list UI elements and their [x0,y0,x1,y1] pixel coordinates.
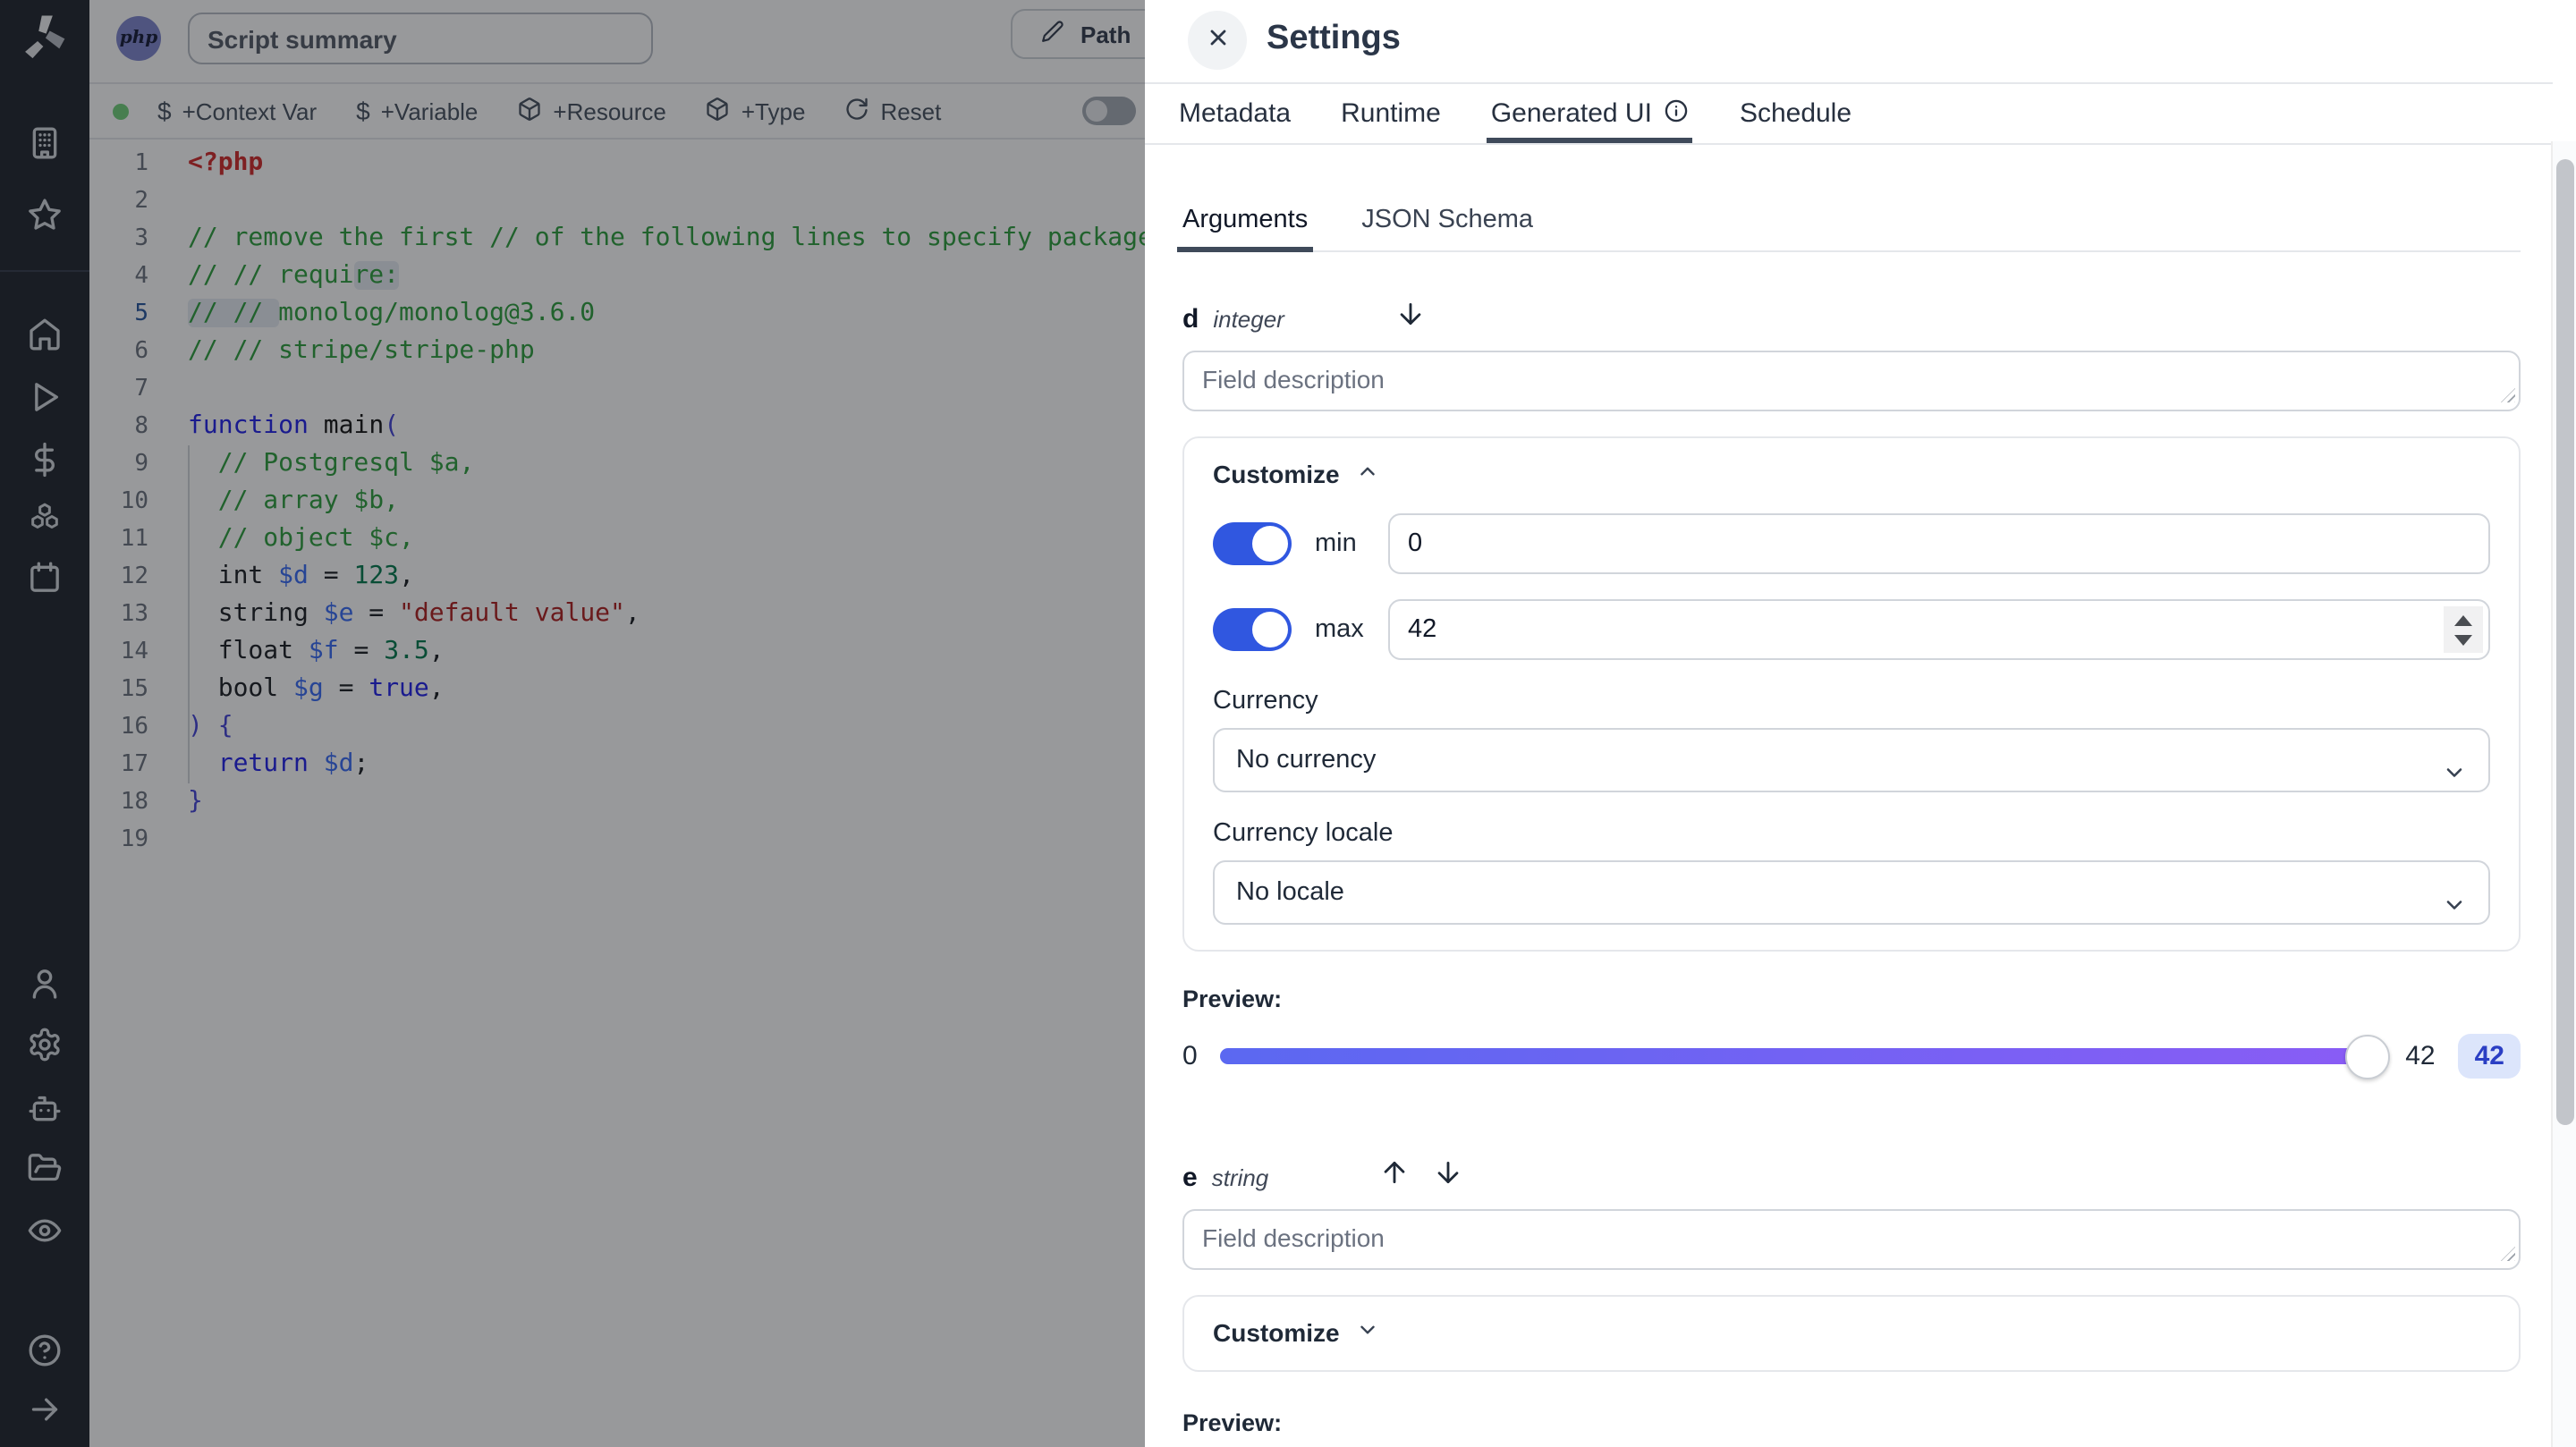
move-up-icon[interactable] [1379,1157,1410,1197]
arguments-subtabs: Arguments JSON Schema [1176,206,2521,252]
currency-value: No currency [1236,746,1377,774]
tab-schedule[interactable]: Schedule [1740,84,1852,143]
modal-backdrop[interactable] [0,0,1145,1447]
max-value-input[interactable] [1388,599,2490,660]
number-spinner[interactable] [2444,606,2483,653]
settings-header: Settings [1145,0,2576,82]
slider-track[interactable] [1220,1034,2390,1079]
app-window: php Path $ +Context Var $ +Variable +Res… [0,0,2576,1447]
slider-knob[interactable] [2344,1034,2390,1079]
slider-value-badge: 42 [2458,1034,2521,1079]
move-down-icon[interactable] [1433,1157,1463,1197]
currency-locale-label: Currency locale [1213,819,1394,848]
field-e-name: e [1182,1162,1198,1192]
close-icon [1205,25,1230,55]
tab-runtime[interactable]: Runtime [1341,84,1441,143]
currency-label: Currency [1213,687,1318,715]
scrollbar-thumb[interactable] [2555,159,2573,1125]
min-value-input[interactable] [1388,513,2490,574]
move-down-icon[interactable] [1395,299,1426,338]
generated-ui-panel: Arguments JSON Schema d integer Customiz… [1176,141,2521,1447]
customize-label: Customize [1213,460,1340,488]
min-label: min [1315,529,1357,558]
customize-toggle[interactable]: Customize [1213,1318,2490,1347]
info-icon [1665,97,1690,130]
field-d-type: integer [1213,305,1284,332]
field-e-header: e string [1182,1157,2521,1197]
field-e-description-input[interactable] [1182,1209,2521,1270]
customize-toggle[interactable]: Customize [1213,460,2490,488]
field-d-preview-label: Preview: [1182,986,1283,1012]
max-label: max [1315,615,1364,644]
currency-locale-select[interactable]: No locale [1213,860,2490,925]
chevron-down-icon [1356,1318,1379,1347]
settings-tabs: Metadata Runtime Generated UI Schedule [1145,82,2553,145]
settings-drawer: Settings Metadata Runtime Generated UI S… [1145,0,2576,1447]
currency-locale-value: No locale [1236,878,1344,907]
customize-label: Customize [1213,1318,1340,1347]
tab-metadata[interactable]: Metadata [1179,84,1291,143]
field-e-customize-section: Customize [1182,1295,2521,1372]
subtab-arguments[interactable]: Arguments [1176,206,1314,252]
panel-scrollbar[interactable] [2551,141,2576,1447]
close-button[interactable] [1188,11,1247,70]
tab-generated-ui[interactable]: Generated UI [1487,84,1694,143]
field-d-name: d [1182,303,1199,334]
slider-value-label: 42 [2405,1041,2436,1071]
max-row: max [1213,599,2490,660]
settings-title: Settings [1267,20,1401,57]
field-e-preview-label: Preview: [1182,1409,1283,1436]
field-e-type: string [1211,1164,1269,1190]
field-d-preview-slider: 0 42 42 [1182,1034,2521,1079]
max-toggle[interactable] [1213,608,1292,651]
currency-select[interactable]: No currency [1213,728,2490,792]
min-row: min [1213,513,2490,574]
slider-min-label: 0 [1182,1041,1198,1071]
field-d-description-input[interactable] [1182,351,2521,411]
field-d-customize-section: Customize min max [1182,436,2521,952]
min-toggle[interactable] [1213,522,1292,565]
field-d-header: d integer [1182,299,2521,338]
subtab-json-schema[interactable]: JSON Schema [1361,206,1533,250]
chevron-up-icon [1356,460,1379,488]
